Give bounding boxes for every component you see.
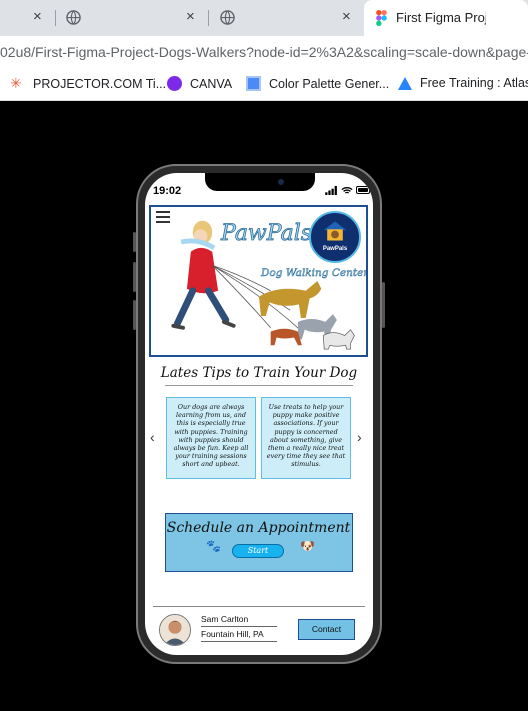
footer-divider — [153, 606, 365, 607]
bookmarks-bar: ✳ PROJECTOR.COM Ti... CANVA Color Palett… — [0, 68, 528, 101]
dog-face-icon: 🐶 — [300, 539, 315, 553]
camera-icon — [278, 179, 284, 185]
phone-screen: 19:02 PawPals Dog Walking Center PawPals — [145, 173, 373, 655]
canva-icon — [167, 76, 182, 91]
hero-banner: PawPals Dog Walking Center PawPals — [149, 205, 368, 357]
projector-icon: ✳ — [10, 75, 22, 91]
status-bar: 19:02 — [145, 173, 373, 203]
owner-name: Sam Carlton — [201, 614, 277, 627]
dog-walker-illustration — [171, 220, 355, 350]
bookmark-label: CANVA — [190, 76, 233, 91]
appointment-panel: Schedule an Appointment 🐾 Start 🐶 — [165, 513, 353, 572]
active-tab-title: First Figma Project — [396, 10, 486, 25]
close-tab-icon[interactable]: × — [342, 8, 351, 25]
avatar — [159, 614, 191, 646]
tips-heading: Lates Tips to Train Your Dog — [160, 365, 358, 381]
phone-side-button — [382, 282, 385, 328]
browser-tab-1[interactable]: × — [0, 0, 52, 36]
owner-location: Fountain Hill, PA — [201, 629, 277, 642]
tip-card: Our dogs are always learning from us, an… — [166, 397, 256, 479]
bookmark-label: Color Palette Gener... — [269, 76, 390, 91]
browser-tab-2[interactable]: × — [56, 0, 208, 36]
bookmark-color-palette[interactable]: Color Palette Gener... — [246, 76, 389, 91]
carousel-next-arrow[interactable]: › — [357, 429, 362, 445]
heading-underline — [165, 385, 353, 386]
atlassian-icon — [398, 76, 412, 90]
paw-print-icon: 🐾 — [206, 539, 221, 553]
bookmark-label: PROJECTOR.COM Ti... — [33, 76, 167, 91]
globe-icon — [66, 10, 81, 25]
browser-tab-3[interactable]: × — [210, 0, 362, 36]
bookmark-canva[interactable]: CANVA — [167, 76, 232, 91]
appointment-title: Schedule an Appointment — [166, 520, 351, 536]
close-tab-icon[interactable]: × — [33, 8, 42, 25]
bookmark-label: Free Training : Atlas... — [420, 76, 528, 90]
wifi-icon — [341, 187, 353, 194]
bookmark-projector[interactable]: ✳ PROJECTOR.COM Ti... — [10, 76, 166, 91]
palette-icon — [246, 76, 261, 91]
address-bar[interactable]: 02u8/First-Figma-Project-Dogs-Walkers?no… — [0, 36, 528, 68]
clock: 19:02 — [153, 185, 182, 197]
contact-button[interactable]: Contact — [298, 619, 355, 640]
tab-strip: × × × First Figma Project — [0, 0, 528, 36]
signal-icon — [325, 186, 337, 195]
globe-icon — [220, 10, 235, 25]
person-avatar-icon — [160, 615, 190, 645]
start-button[interactable]: Start — [232, 544, 284, 558]
close-tab-icon[interactable]: × — [186, 8, 195, 25]
url-text[interactable]: 02u8/First-Figma-Project-Dogs-Walkers?no… — [0, 44, 528, 60]
tab-separator — [208, 10, 209, 26]
carousel-prev-arrow[interactable]: ‹ — [150, 429, 155, 445]
figma-icon — [376, 10, 387, 26]
bookmark-atlassian[interactable]: Free Training : Atlas... — [398, 76, 528, 90]
browser-tab-active[interactable]: First Figma Project — [364, 0, 528, 36]
tip-card: Use treats to help your puppy make posit… — [261, 397, 351, 479]
phone-notch — [205, 173, 315, 191]
battery-icon — [356, 186, 370, 194]
